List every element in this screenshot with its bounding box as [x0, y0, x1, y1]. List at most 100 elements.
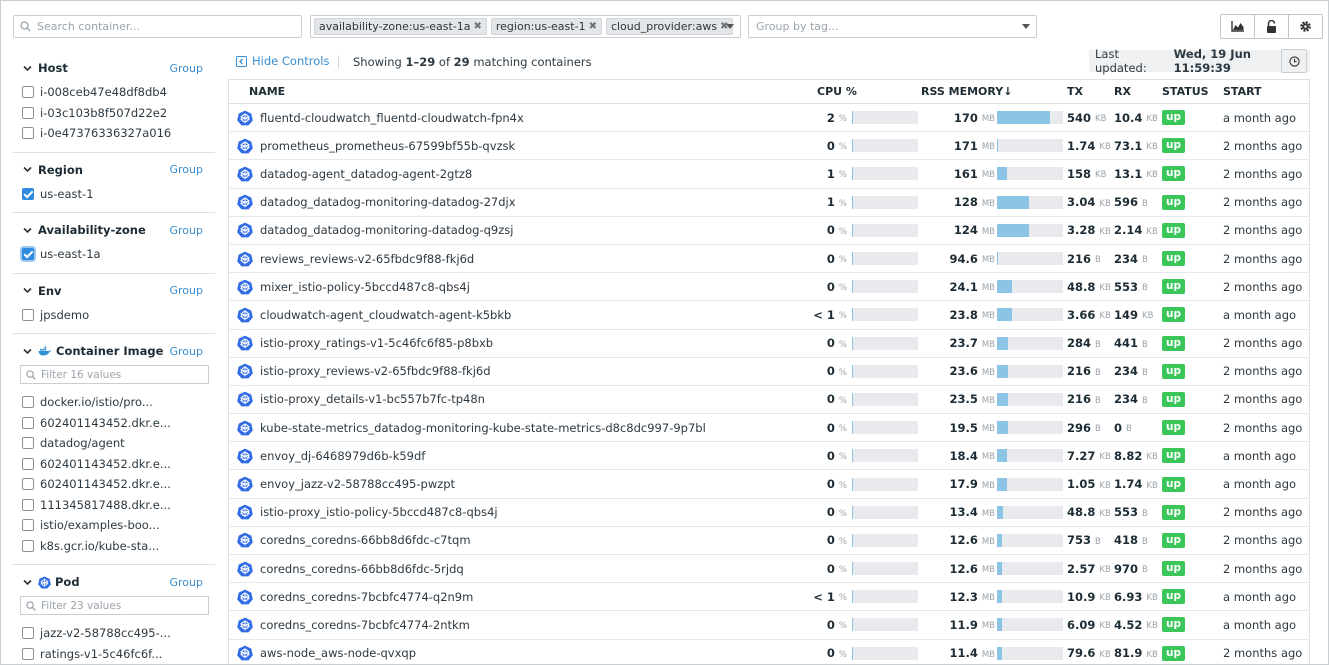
dropdown-caret-icon[interactable] — [1022, 24, 1030, 29]
group-by-select[interactable]: Group by tag... — [748, 15, 1037, 38]
table-row[interactable]: envoy_dj-6468979d6b-k59df 0% 18.4 MB 7.27 KB 8… — [229, 442, 1309, 471]
table-row[interactable]: istio-proxy_details-v1-bc557b7fc-tp48n 0%… — [229, 386, 1309, 415]
checkbox[interactable] — [22, 106, 34, 119]
header-name[interactable]: NAME — [249, 80, 285, 103]
facet-item[interactable]: 602401143452.dkr.e... — [13, 474, 215, 495]
facet-header[interactable]: Env Group — [13, 283, 215, 299]
table-row[interactable]: coredns_coredns-7bcbfc4774-2ntkm 0% 11.9 MB… — [229, 611, 1309, 640]
table-row[interactable]: reviews_reviews-v2-65fbdc9f88-fkj6d 0% 94.… — [229, 245, 1309, 274]
container-name[interactable]: datadog_datadog-monitoring-datadog-27djx — [260, 189, 516, 216]
facet-item[interactable]: us-east-1 — [13, 184, 215, 205]
table-row[interactable]: aws-node_aws-node-qvxqp 0% 11.4 MB 79.6 KB 81.… — [229, 640, 1309, 664]
table-row[interactable]: datadog_datadog-monitoring-datadog-q9zsj… — [229, 217, 1309, 245]
container-name[interactable]: coredns_coredns-66bb8d6fdc-c7tqm — [260, 527, 471, 554]
facet-filter-input[interactable] — [41, 599, 201, 612]
checkbox[interactable] — [22, 437, 34, 450]
container-name[interactable]: istio-proxy_ratings-v1-5c46fc6f85-p8bxb — [260, 330, 493, 357]
group-link[interactable]: Group — [170, 224, 204, 237]
chart-button[interactable] — [1221, 15, 1255, 38]
checkbox[interactable] — [22, 187, 34, 200]
container-name[interactable]: reviews_reviews-v2-65fbdc9f88-fkj6d — [260, 245, 474, 272]
table-row[interactable]: istio-proxy_ratings-v1-5c46fc6f85-p8bxb 0… — [229, 330, 1309, 358]
checkbox[interactable] — [22, 647, 34, 660]
facet-item[interactable]: 602401143452.dkr.e... — [13, 413, 215, 434]
container-name[interactable]: cloudwatch-agent_cloudwatch-agent-k5bkb — [260, 301, 511, 328]
header-rss-memory[interactable]: RSS MEMORY↓ — [921, 80, 1012, 103]
table-row[interactable]: istio-proxy_reviews-v2-65fbdc9f88-fkj6d 0… — [229, 358, 1309, 386]
container-name[interactable]: aws-node_aws-node-qvxqp — [260, 640, 416, 664]
container-name[interactable]: mixer_istio-policy-5bccd487c8-qbs4j — [260, 273, 470, 300]
chevron-down-icon[interactable] — [23, 64, 32, 73]
container-name[interactable]: kube-state-metrics_datadog-monitoring-ku… — [260, 414, 706, 441]
table-row[interactable]: coredns_coredns-66bb8d6fdc-5rjdq 0% 12.6 MB… — [229, 555, 1309, 584]
facet-item[interactable]: docker.io/istio/pro... — [13, 392, 215, 413]
header-rx[interactable]: RX — [1114, 80, 1131, 103]
table-row[interactable]: mixer_istio-policy-5bccd487c8-qbs4j 0% 24.… — [229, 273, 1309, 302]
table-row[interactable]: coredns_coredns-7bcbfc4774-q2n9m < 1% 12.3… — [229, 583, 1309, 612]
checkbox[interactable] — [22, 127, 34, 140]
header-tx[interactable]: TX — [1067, 80, 1083, 103]
checkbox[interactable] — [22, 627, 34, 640]
container-name[interactable]: coredns_coredns-7bcbfc4774-q2n9m — [260, 583, 473, 610]
header-status[interactable]: STATUS — [1162, 80, 1209, 103]
checkbox[interactable] — [22, 478, 34, 491]
facet-item[interactable]: istio/examples-boo... — [13, 515, 215, 536]
facet-filter-box[interactable] — [20, 596, 209, 615]
container-name[interactable]: datadog-agent_datadog-agent-2gtz8 — [260, 160, 472, 187]
checkbox[interactable] — [22, 457, 34, 470]
settings-button[interactable] — [1289, 15, 1322, 38]
facet-item[interactable]: jazz-v2-58788cc495-... — [13, 623, 215, 644]
container-name[interactable]: fluentd-cloudwatch_fluentd-cloudwatch-fp… — [260, 104, 524, 131]
table-row[interactable]: kube-state-metrics_datadog-monitoring-ku… — [229, 414, 1309, 443]
facet-header[interactable]: Availability-zone Group — [13, 222, 215, 238]
header-cpu[interactable]: CPU % — [817, 80, 857, 103]
facet-header[interactable]: Container Image Group — [13, 343, 215, 359]
checkbox[interactable] — [22, 539, 34, 552]
tag-filter[interactable]: availability-zone:us-east-1a ✖ region:us-… — [310, 15, 741, 38]
hide-controls-button[interactable]: Hide Controls — [236, 54, 329, 68]
group-link[interactable]: Group — [170, 163, 204, 176]
checkbox[interactable] — [22, 396, 34, 409]
header-start[interactable]: START — [1223, 80, 1262, 103]
table-row[interactable]: istio-proxy_istio-policy-5bccd487c8-qbs4… — [229, 499, 1309, 527]
chevron-down-icon[interactable] — [23, 226, 32, 235]
checkbox[interactable] — [22, 416, 34, 429]
lock-button[interactable] — [1255, 15, 1289, 38]
facet-item[interactable]: 602401143452.dkr.e... — [13, 454, 215, 475]
container-name[interactable]: prometheus_prometheus-67599bf55b-qvzsk — [260, 132, 515, 159]
checkbox[interactable] — [22, 86, 34, 99]
search-input[interactable] — [37, 20, 277, 33]
checkbox[interactable] — [22, 519, 34, 532]
facet-header[interactable]: Pod Group — [13, 574, 215, 590]
chevron-down-icon[interactable] — [23, 347, 32, 356]
checkbox[interactable] — [22, 248, 34, 261]
facet-item[interactable]: i-03c103b8f507d22e2 — [13, 103, 215, 124]
container-name[interactable]: datadog_datadog-monitoring-datadog-q9zsj — [260, 217, 513, 244]
checkbox[interactable] — [22, 498, 34, 511]
group-link[interactable]: Group — [170, 62, 204, 75]
chevron-down-icon[interactable] — [23, 286, 32, 295]
table-row[interactable]: datadog-agent_datadog-agent-2gtz8 1% 161 MB… — [229, 160, 1309, 189]
remove-tag-icon[interactable]: ✖ — [473, 19, 481, 34]
facet-header[interactable]: Host Group — [13, 60, 215, 76]
dropdown-caret-icon[interactable] — [726, 24, 734, 29]
container-name[interactable]: coredns_coredns-7bcbfc4774-2ntkm — [260, 611, 470, 638]
remove-tag-icon[interactable]: ✖ — [589, 19, 597, 34]
container-name[interactable]: istio-proxy_details-v1-bc557b7fc-tp48n — [260, 386, 485, 413]
facet-filter-input[interactable] — [41, 368, 201, 381]
chevron-down-icon[interactable] — [23, 578, 32, 587]
facet-item[interactable]: ratings-v1-5c46fc6f... — [13, 644, 215, 665]
container-name[interactable]: istio-proxy_reviews-v2-65fbdc9f88-fkj6d — [260, 358, 491, 385]
facet-filter-box[interactable] — [20, 365, 209, 384]
group-link[interactable]: Group — [170, 576, 204, 589]
facet-item[interactable]: 111345817488.dkr.e... — [13, 495, 215, 516]
group-link[interactable]: Group — [170, 345, 204, 358]
container-name[interactable]: envoy_dj-6468979d6b-k59df — [260, 442, 425, 469]
table-row[interactable]: datadog_datadog-monitoring-datadog-27djx… — [229, 189, 1309, 217]
container-name[interactable]: coredns_coredns-66bb8d6fdc-5rjdq — [260, 555, 464, 582]
facet-header[interactable]: Region Group — [13, 162, 215, 178]
search-box[interactable] — [13, 15, 302, 38]
facet-item[interactable]: datadog/agent — [13, 433, 215, 454]
table-row[interactable]: coredns_coredns-66bb8d6fdc-c7tqm 0% 12.6 MB… — [229, 527, 1309, 555]
facet-item[interactable]: k8s.gcr.io/kube-sta... — [13, 536, 215, 557]
